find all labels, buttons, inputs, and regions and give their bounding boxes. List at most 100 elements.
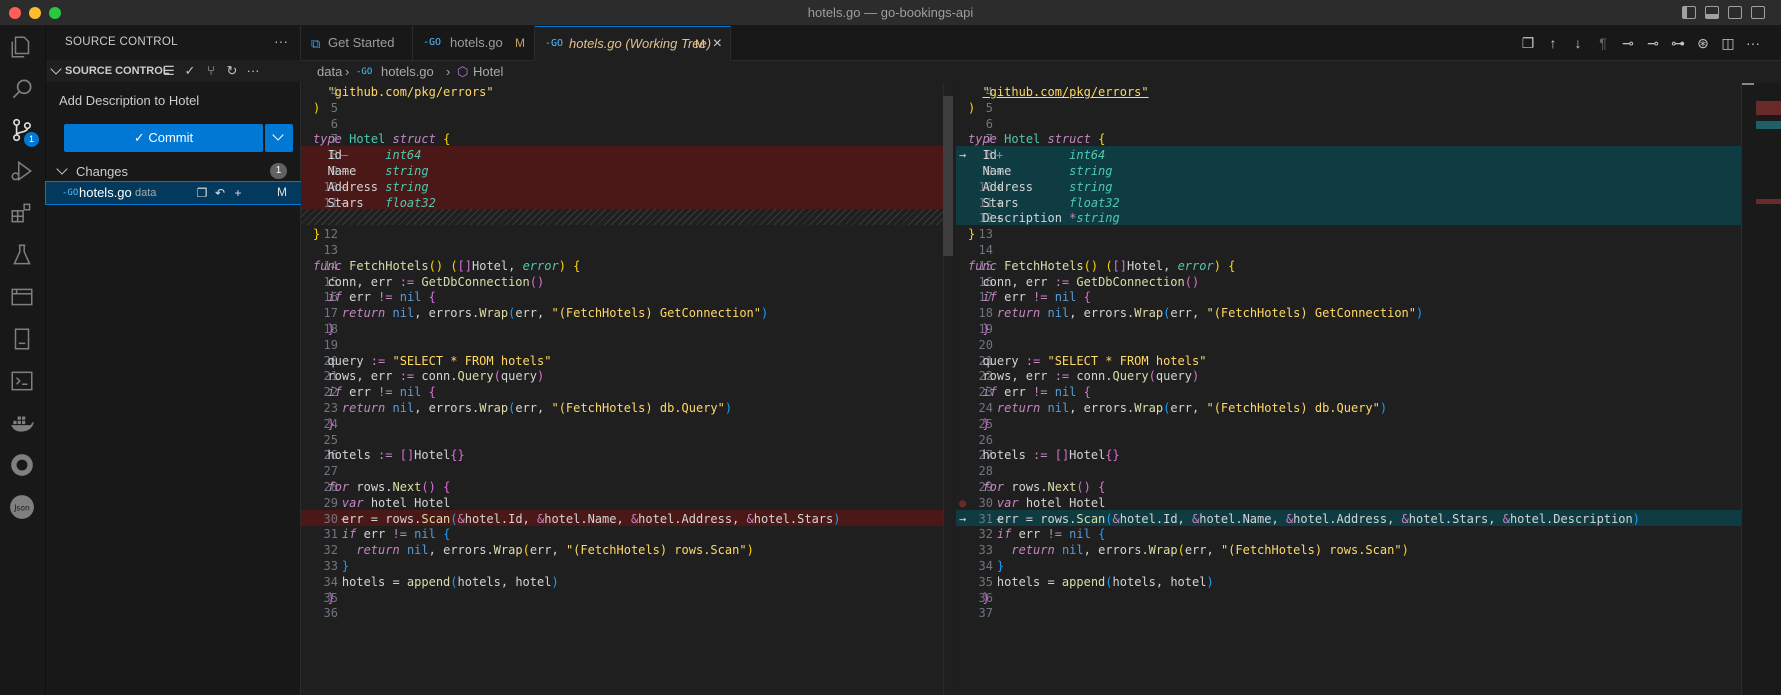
code-line[interactable]: 26 hotels := []Hotel{}: [301, 446, 943, 462]
added-line[interactable]: 8 + → Id int64: [956, 146, 1741, 163]
stage-icon[interactable]: ⊸: [1619, 34, 1637, 52]
create-pull-request-icon[interactable]: ⑂: [202, 62, 220, 80]
code-line[interactable]: 13}: [956, 225, 1741, 241]
gitlens-icon[interactable]: ⊛: [1694, 34, 1712, 52]
split-editor-icon[interactable]: ◫: [1719, 34, 1737, 52]
code-line[interactable]: 33 }: [301, 557, 943, 573]
code-line[interactable]: 7 type Hotel struct {: [301, 130, 943, 146]
code-line[interactable]: 37: [956, 604, 1741, 620]
tab-hotels-go-working-tree[interactable]: -GO hotels.go (Working Tree) M ×: [535, 26, 731, 61]
code-line[interactable]: 7 type Hotel struct {: [956, 130, 1741, 146]
source-control-section-header[interactable]: SOURCE CONTROL ☰ ✓ ⑂ ↻ ···: [46, 60, 301, 82]
deleted-line[interactable]: 30— err = rows.Scan(&hotel.Id, &hotel.Na…: [301, 509, 943, 526]
code-line[interactable]: 30 ● var hotel Hotel: [956, 494, 1741, 510]
code-line[interactable]: 22 if err != nil {: [301, 383, 943, 399]
code-line[interactable]: 19 }: [956, 320, 1741, 336]
added-line[interactable]: 11 + Stars float32: [956, 193, 1741, 210]
customize-layout-icon[interactable]: [1751, 6, 1765, 19]
toggle-whitespace-icon[interactable]: ¶: [1594, 34, 1612, 52]
code-line[interactable]: 36 }: [956, 589, 1741, 605]
code-line[interactable]: 32 return nil, errors.Wrap(err, "(FetchH…: [301, 541, 943, 557]
diff-overview-ruler[interactable]: [1741, 83, 1781, 695]
code-line[interactable]: 18 return nil, errors.Wrap(err, "(FetchH…: [956, 304, 1741, 320]
source-control-icon[interactable]: 1: [9, 117, 39, 147]
code-line[interactable]: 16 if err != nil {: [301, 288, 943, 304]
remote-explorer-icon[interactable]: [9, 284, 37, 312]
deleted-line[interactable]: 10— Address string: [301, 177, 943, 194]
code-line[interactable]: 33 return nil, errors.Wrap(err, "(FetchH…: [956, 541, 1741, 557]
stage-changes-icon[interactable]: +: [230, 185, 246, 201]
code-line[interactable]: 6: [956, 115, 1741, 131]
terminal-icon[interactable]: [9, 368, 37, 396]
code-line[interactable]: 28 for rows.Next() {: [301, 478, 943, 494]
added-line[interactable]: 31 + → err = rows.Scan(&hotel.Id, &hotel.N…: [956, 509, 1741, 526]
refresh-icon[interactable]: ↻: [223, 62, 241, 80]
compare-icon[interactable]: ⊶: [1669, 34, 1687, 52]
more-actions-icon[interactable]: ···: [274, 33, 288, 49]
code-line[interactable]: 17 return nil, errors.Wrap(err, "(FetchH…: [301, 304, 943, 320]
tab-hotels-go[interactable]: -GO hotels.go M: [413, 26, 535, 61]
original-editor-pane[interactable]: 4 "github.com/pkg/errors" 5) 6 7 type Hotel …: [301, 83, 943, 695]
view-as-tree-icon[interactable]: ☰: [160, 62, 178, 80]
commit-graph-icon[interactable]: ⊸: [1644, 34, 1662, 52]
code-line[interactable]: 23 if err != nil {: [956, 383, 1741, 399]
explorer-icon[interactable]: [9, 34, 37, 62]
code-line[interactable]: 36: [301, 604, 943, 620]
commit-message-input[interactable]: Add Description to Hotel: [56, 88, 292, 116]
commit-check-icon[interactable]: ✓: [181, 62, 199, 80]
code-line[interactable]: 5): [301, 99, 943, 115]
code-line[interactable]: 5): [956, 99, 1741, 115]
json-icon[interactable]: Json: [9, 494, 37, 522]
previous-change-icon[interactable]: ↑: [1544, 34, 1562, 52]
code-line[interactable]: 29 var hotel Hotel: [301, 494, 943, 510]
code-line[interactable]: 27 hotels := []Hotel{}: [956, 446, 1741, 462]
code-line[interactable]: 31 if err != nil {: [301, 525, 943, 541]
code-line[interactable]: 26: [956, 431, 1741, 447]
code-line[interactable]: 4 "github.com/pkg/errors": [956, 83, 1741, 99]
deleted-line[interactable]: 8— Id int64: [301, 146, 943, 163]
code-line[interactable]: 34 hotels = append(hotels, hotel): [301, 573, 943, 589]
more-icon[interactable]: ···: [244, 62, 262, 80]
more-icon[interactable]: ···: [1744, 34, 1762, 52]
diff-filler[interactable]: [301, 209, 943, 226]
code-line[interactable]: 24 }: [301, 415, 943, 431]
code-line[interactable]: 25: [301, 431, 943, 447]
code-line[interactable]: 15 conn, err := GetDbConnection(): [301, 273, 943, 289]
code-line[interactable]: 32 if err != nil {: [956, 525, 1741, 541]
added-line[interactable]: 9 + Name string: [956, 162, 1741, 178]
code-line[interactable]: 14 func FetchHotels() ([]Hotel, error) {: [301, 257, 943, 273]
toggle-panel-icon[interactable]: [1705, 6, 1719, 19]
code-line[interactable]: 15 func FetchHotels() ([]Hotel, error) {: [956, 257, 1741, 273]
modified-editor-pane[interactable]: 4 "github.com/pkg/errors" 5) 6 7 type Hotel …: [956, 83, 1741, 695]
extensions-icon[interactable]: [9, 200, 37, 228]
code-line[interactable]: 12}: [301, 225, 943, 241]
toggle-secondary-sidebar-icon[interactable]: [1728, 6, 1742, 19]
code-line[interactable]: 35 hotels = append(hotels, hotel): [956, 573, 1741, 589]
open-file-icon[interactable]: ❐: [194, 185, 210, 201]
code-line[interactable]: 24 return nil, errors.Wrap(err, "(FetchH…: [956, 399, 1741, 415]
breadcrumb-symbol[interactable]: Hotel: [473, 64, 503, 79]
deleted-line[interactable]: 9— Name string: [301, 162, 943, 178]
code-line[interactable]: 21 rows, err := conn.Query(query): [301, 367, 943, 383]
code-line[interactable]: 25 }: [956, 415, 1741, 431]
deleted-line[interactable]: 11— Stars float32: [301, 193, 943, 210]
code-line[interactable]: 13: [301, 241, 943, 257]
code-line[interactable]: 29 for rows.Next() {: [956, 478, 1741, 494]
close-icon[interactable]: ×: [713, 35, 722, 53]
code-line[interactable]: 19: [301, 336, 943, 352]
github-icon[interactable]: [9, 452, 37, 480]
database-icon[interactable]: [9, 326, 37, 354]
breadcrumb-folder[interactable]: data: [317, 64, 342, 79]
code-line[interactable]: 20: [956, 336, 1741, 352]
commit-dropdown-button[interactable]: [265, 124, 293, 152]
code-line[interactable]: 34 }: [956, 557, 1741, 573]
toggle-primary-sidebar-icon[interactable]: [1682, 6, 1696, 19]
code-line[interactable]: 14: [956, 241, 1741, 257]
code-line[interactable]: 4 "github.com/pkg/errors": [301, 83, 943, 99]
tab-get-started[interactable]: ⧉ Get Started: [301, 26, 413, 61]
code-line[interactable]: 22 rows, err := conn.Query(query): [956, 367, 1741, 383]
breadcrumb-file[interactable]: hotels.go: [381, 64, 434, 79]
added-line[interactable]: 12 + Description *string: [956, 209, 1741, 226]
docker-icon[interactable]: [9, 410, 37, 438]
next-change-icon[interactable]: ↓: [1569, 34, 1587, 52]
